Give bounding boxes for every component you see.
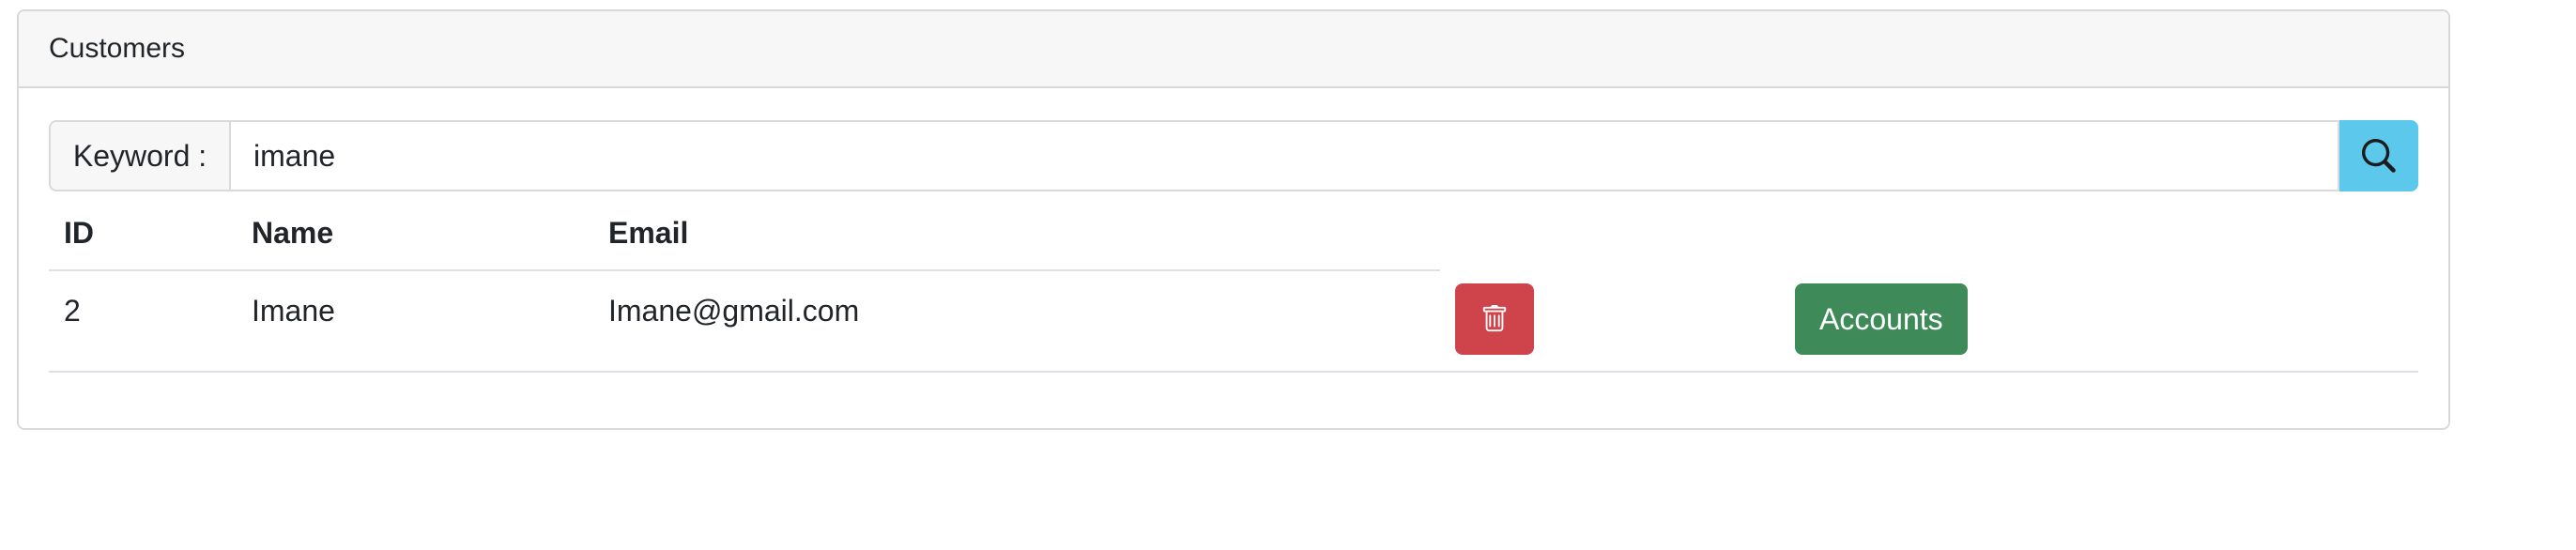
customers-card: Customers Keyword : ID Name Email: [17, 9, 2450, 430]
card-body: Keyword : ID Name Email: [19, 88, 2448, 373]
delete-button[interactable]: [1455, 283, 1534, 355]
card-header: Customers: [19, 11, 2448, 88]
keyword-label: Keyword :: [49, 120, 229, 191]
column-header-id: ID: [49, 197, 237, 271]
table-header-row: ID Name Email: [49, 197, 2418, 271]
card-title: Customers: [49, 33, 186, 64]
trash-icon: [1480, 303, 1509, 335]
search-button[interactable]: [2339, 120, 2418, 191]
column-header-name: Name: [237, 197, 593, 271]
cell-delete: [1440, 270, 1780, 373]
column-header-delete: [1440, 197, 1780, 270]
table-row: 2 Imane Imane@gmail.com Accounts: [49, 270, 2418, 373]
cell-id: 2: [49, 270, 237, 373]
column-header-accounts: [1780, 197, 2418, 270]
search-form: Keyword :: [49, 120, 2418, 191]
cell-email: Imane@gmail.com: [593, 270, 1440, 373]
column-header-email: Email: [593, 197, 1440, 271]
cell-name: Imane: [237, 270, 593, 373]
accounts-button[interactable]: Accounts: [1795, 283, 1968, 355]
search-icon: [2362, 139, 2396, 173]
cell-accounts: Accounts: [1780, 270, 2418, 373]
keyword-input[interactable]: [229, 120, 2339, 191]
customers-table: ID Name Email 2 Imane Imane@gmail.com Ac…: [49, 197, 2418, 373]
